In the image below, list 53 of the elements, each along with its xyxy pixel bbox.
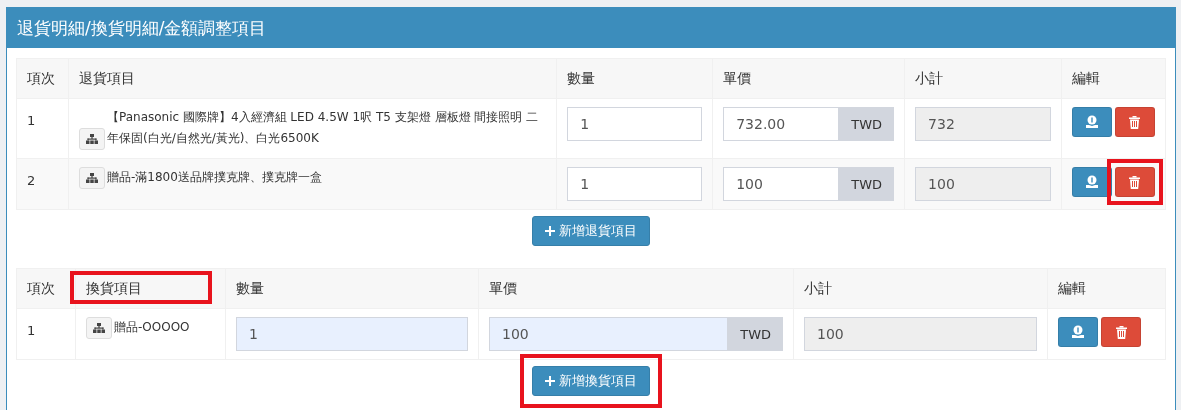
add-item-button[interactable]: 新增換貨項目 bbox=[532, 366, 650, 396]
quantity-field[interactable]: 1 bbox=[567, 107, 703, 141]
tree-button[interactable] bbox=[86, 317, 112, 339]
sitemap-icon bbox=[85, 173, 98, 183]
quantity-field[interactable]: 1 bbox=[236, 317, 468, 351]
coin-hand-icon bbox=[1084, 115, 1099, 129]
price-field[interactable]: 100 bbox=[489, 317, 729, 351]
column-header: 編輯 bbox=[1071, 69, 1100, 86]
quantity-field[interactable]: 1 bbox=[567, 167, 703, 201]
currency-addon: TWD bbox=[839, 107, 895, 141]
coin-hand-icon bbox=[1084, 175, 1099, 189]
item-name: 贈品-OOOOO bbox=[114, 320, 190, 334]
edit-price-button[interactable] bbox=[1058, 317, 1098, 347]
edit-price-button[interactable] bbox=[1071, 167, 1112, 197]
column-header: 單價 bbox=[723, 69, 752, 86]
column-header: 數量 bbox=[567, 69, 596, 86]
column-header: 小計 bbox=[804, 279, 832, 296]
subtotal-field: 732 bbox=[915, 107, 1051, 141]
sitemap-icon bbox=[93, 323, 105, 333]
price-field[interactable]: 732.00 bbox=[723, 107, 840, 141]
column-header: 數量 bbox=[236, 279, 264, 296]
item-name: 【Panasonic 國際牌】4入經濟組 LED 4.5W 1呎 T5 支架燈 層板燈 間接照明 二年保固(白光/自然光/黃光)、白光6500K bbox=[106, 110, 539, 145]
delete-button[interactable] bbox=[1114, 107, 1155, 137]
row-number: 1 bbox=[27, 112, 36, 130]
currency-addon: TWD bbox=[728, 317, 783, 351]
coin-hand-icon bbox=[1071, 325, 1085, 339]
price-field[interactable]: 100 bbox=[723, 167, 840, 201]
delete-button[interactable] bbox=[1101, 317, 1141, 347]
currency-addon: TWD bbox=[839, 167, 895, 201]
plus-icon bbox=[545, 376, 555, 386]
trash-icon bbox=[1129, 175, 1141, 189]
trash-icon bbox=[1129, 115, 1141, 129]
column-header: 項次 bbox=[27, 279, 55, 296]
column-header: 退貨項目 bbox=[78, 69, 135, 86]
add-item-button[interactable]: 新增退貨項目 bbox=[532, 216, 650, 246]
row-number: 2 bbox=[27, 172, 36, 190]
subtotal-field: 100 bbox=[804, 317, 1037, 351]
item-name: 贈品-滿1800送品牌撲克牌、撲克牌一盒 bbox=[106, 170, 322, 184]
column-header: 項次 bbox=[27, 69, 55, 86]
column-header: 單價 bbox=[489, 279, 517, 296]
tree-button[interactable] bbox=[78, 167, 105, 189]
subtotal-field: 100 bbox=[915, 167, 1051, 201]
panel-title: 退貨明細/換貨明細/金額調整項目 bbox=[7, 8, 1175, 48]
row-number: 1 bbox=[27, 322, 36, 340]
column-header: 編輯 bbox=[1058, 279, 1086, 296]
trash-icon bbox=[1115, 325, 1127, 339]
plus-icon bbox=[545, 226, 555, 236]
sitemap-icon bbox=[85, 134, 98, 144]
column-header: 換貨項目 bbox=[86, 279, 142, 296]
delete-button[interactable] bbox=[1114, 167, 1155, 197]
edit-price-button[interactable] bbox=[1071, 107, 1112, 137]
tree-button[interactable] bbox=[78, 128, 105, 150]
column-header: 小計 bbox=[915, 69, 944, 86]
